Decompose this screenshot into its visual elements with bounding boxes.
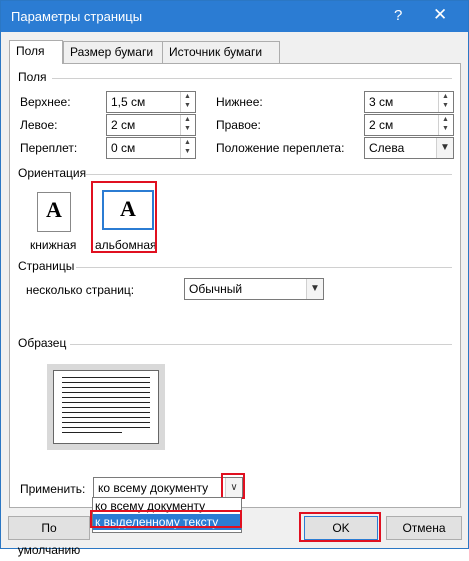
tab-margins[interactable]: Поля	[9, 40, 63, 64]
orientation-section-title: Ориентация	[18, 166, 87, 180]
right-margin-value: 2 см	[369, 118, 394, 132]
dialog-title: Параметры страницы	[11, 9, 143, 24]
right-margin-label: Правое:	[216, 118, 261, 132]
tab-paper-size[interactable]: Размер бумаги	[63, 41, 163, 63]
spin-arrows[interactable]: ▲ ▼	[180, 115, 195, 135]
spin-up-icon[interactable]: ▲	[184, 139, 191, 146]
top-margin-label: Верхнее:	[20, 95, 71, 109]
section-divider	[76, 267, 452, 268]
pages-section-title: Страницы	[18, 259, 75, 273]
dropdown-button-highlight	[221, 473, 245, 499]
gutter-position-value: Слева	[369, 141, 405, 155]
apply-to-value: ко всему документу	[98, 481, 209, 495]
spin-down-icon[interactable]: ▼	[184, 102, 191, 109]
page-setup-dialog: Параметры страницы ? ✕ Поля Размер бумаг…	[0, 0, 469, 557]
ok-button-highlight	[299, 512, 381, 542]
tab-paper-source[interactable]: Источник бумаги	[162, 41, 280, 63]
spin-up-icon[interactable]: ▲	[184, 93, 191, 100]
left-margin-label: Левое:	[20, 118, 58, 132]
spin-down-icon[interactable]: ▼	[442, 125, 449, 132]
spin-arrows[interactable]: ▲ ▼	[438, 115, 453, 135]
gutter-field[interactable]: 0 см ▲ ▼	[106, 137, 196, 159]
spin-down-icon[interactable]: ▼	[184, 148, 191, 155]
spin-up-icon[interactable]: ▲	[442, 93, 449, 100]
portrait-label[interactable]: книжная	[30, 238, 76, 252]
landscape-highlight-box	[91, 181, 157, 253]
sample-section-title: Образец	[18, 336, 67, 350]
multiple-pages-value: Обычный	[189, 282, 243, 296]
spin-down-icon[interactable]: ▼	[442, 102, 449, 109]
title-bar: Параметры страницы ? ✕	[1, 1, 468, 32]
preview-page	[53, 370, 159, 444]
gutter-position-label: Положение переплета:	[216, 141, 345, 155]
margins-section-title: Поля	[18, 70, 47, 84]
gutter-value: 0 см	[111, 141, 136, 155]
spin-down-icon[interactable]: ▼	[184, 125, 191, 132]
right-margin-field[interactable]: 2 см ▲ ▼	[364, 114, 454, 136]
section-divider	[52, 78, 452, 79]
section-divider	[86, 174, 452, 175]
spin-arrows[interactable]: ▲ ▼	[180, 138, 195, 158]
gutter-label: Переплет:	[20, 141, 78, 155]
chevron-down-icon[interactable]: ▼	[306, 279, 323, 299]
multiple-pages-label: несколько страниц:	[26, 283, 135, 297]
close-icon[interactable]: ✕	[433, 5, 447, 25]
margins-panel: Поля Верхнее: 1,5 см ▲ ▼ Нижнее: 3 см ▲ ▼ …	[9, 63, 461, 508]
spin-up-icon[interactable]: ▲	[184, 116, 191, 123]
selected-option-highlight	[90, 510, 242, 528]
spin-up-icon[interactable]: ▲	[442, 116, 449, 123]
cancel-button[interactable]: Отмена	[386, 516, 462, 540]
portrait-glyph: A	[46, 197, 62, 222]
apply-to-label: Применить:	[20, 482, 86, 496]
sample-preview	[47, 364, 165, 450]
bottom-margin-value: 3 см	[369, 95, 394, 109]
spin-arrows[interactable]: ▲ ▼	[438, 92, 453, 112]
multiple-pages-select[interactable]: Обычный ▼	[184, 278, 324, 300]
bottom-margin-label: Нижнее:	[216, 95, 263, 109]
bottom-margin-field[interactable]: 3 см ▲ ▼	[364, 91, 454, 113]
portrait-orientation-icon[interactable]: A	[37, 192, 71, 232]
help-icon[interactable]: ?	[394, 7, 402, 24]
spin-arrows[interactable]: ▲ ▼	[180, 92, 195, 112]
top-margin-value: 1,5 см	[111, 95, 146, 109]
set-default-button[interactable]: По умолчанию	[8, 516, 90, 557]
chevron-down-icon[interactable]: ▼	[436, 138, 453, 158]
left-margin-field[interactable]: 2 см ▲ ▼	[106, 114, 196, 136]
gutter-position-select[interactable]: Слева ▼	[364, 137, 454, 159]
section-divider	[70, 344, 452, 345]
top-margin-field[interactable]: 1,5 см ▲ ▼	[106, 91, 196, 113]
left-margin-value: 2 см	[111, 118, 136, 132]
